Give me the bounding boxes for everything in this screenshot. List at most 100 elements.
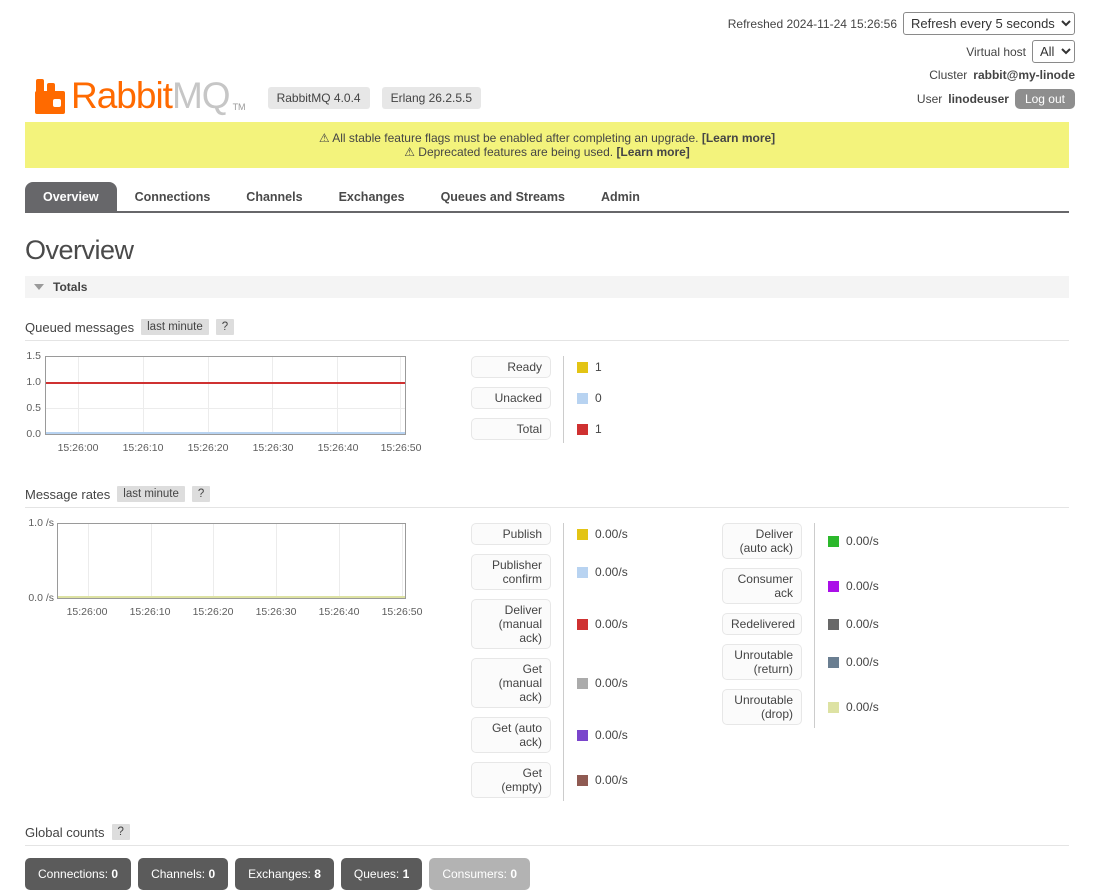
message-rates-heading: Message rates last minute ?: [25, 486, 1069, 508]
legend-label-unroutable-drop[interactable]: Unroutable (drop): [722, 689, 802, 725]
legend-label-unacked[interactable]: Unacked: [471, 387, 551, 409]
unacked-value: 0: [595, 391, 602, 405]
queued-window-badge[interactable]: last minute: [141, 319, 209, 335]
x-tick: 15:26:40: [318, 442, 359, 454]
message-rates-chart: 1.0 /s 0.0 /s 15:26:00 15:26:10 15:26:20…: [25, 523, 450, 623]
legend-label-total[interactable]: Total: [471, 418, 551, 440]
main-nav-tabs: Overview Connections Channels Exchanges …: [25, 182, 1069, 213]
series-line-zero-rate: [58, 596, 405, 598]
rates-help-icon[interactable]: ?: [192, 486, 210, 502]
cluster-name: rabbit@my-linode: [973, 68, 1075, 82]
x-tick: 15:26:00: [67, 606, 108, 618]
legend-label-publisher-confirm[interactable]: Publisher confirm: [471, 554, 551, 590]
redelivered-rate: 0.00/s: [846, 617, 879, 631]
queued-messages-legend: Ready 1 Unacked 0 Total 1: [471, 356, 701, 449]
legend-row-total: Total 1: [471, 418, 701, 440]
refresh-interval-select[interactable]: Refresh every 5 seconds: [903, 12, 1075, 35]
x-tick: 15:26:30: [253, 442, 294, 454]
message-rates-title: Message rates: [25, 487, 110, 502]
collapse-triangle-icon: [34, 284, 44, 290]
legend-label-redelivered[interactable]: Redelivered: [722, 613, 802, 635]
rates-legend-column-1: Publish 0.00/s Publisher confirm 0.00/s De…: [471, 523, 701, 807]
total-swatch-icon: [577, 424, 588, 435]
x-tick: 15:26:40: [319, 606, 360, 618]
queued-messages-chart-row: 1.5 1.0 0.5 0.0 15:26:00 15:26:10 15:26:…: [25, 356, 1069, 456]
y-tick: 1.0 /s: [25, 517, 54, 529]
unacked-swatch-icon: [577, 393, 588, 404]
global-counts-heading: Global counts ?: [25, 824, 1069, 846]
queued-messages-title: Queued messages: [25, 320, 134, 335]
rates-legend-column-2: Deliver (auto ack) 0.00/s Consumer ack 0.0…: [722, 523, 952, 734]
totals-section-header[interactable]: Totals: [25, 276, 1069, 298]
legend-label-deliver-auto-ack[interactable]: Deliver (auto ack): [722, 523, 802, 559]
tab-overview[interactable]: Overview: [25, 182, 117, 211]
totals-section-label: Totals: [53, 280, 87, 294]
legend-label-ready[interactable]: Ready: [471, 356, 551, 378]
feature-flags-learn-more-link[interactable]: [Learn more]: [702, 131, 775, 145]
get-auto-ack-swatch-icon: [577, 730, 588, 741]
feature-flags-warning: ⚠ All stable feature flags must be enabl…: [35, 131, 1059, 145]
deliver-auto-ack-swatch-icon: [828, 536, 839, 547]
logo[interactable]: RabbitMQ TM RabbitMQ 4.0.4 Erlang 26.2.5…: [35, 10, 481, 114]
x-tick: 15:26:30: [256, 606, 297, 618]
feature-flags-warning-text: ⚠ All stable feature flags must be enabl…: [319, 131, 699, 145]
ready-swatch-icon: [577, 362, 588, 373]
legend-label-consumer-ack[interactable]: Consumer ack: [722, 568, 802, 604]
unroutable-return-rate: 0.00/s: [846, 655, 879, 669]
global-counts-help-icon[interactable]: ?: [112, 824, 130, 840]
legend-label-publish[interactable]: Publish: [471, 523, 551, 545]
exchanges-count-button[interactable]: Exchanges: 8: [235, 858, 334, 890]
legend-label-get-auto-ack[interactable]: Get (auto ack): [471, 717, 551, 753]
series-line-unacked: [46, 432, 405, 434]
redelivered-swatch-icon: [828, 619, 839, 630]
message-rates-chart-row: 1.0 /s 0.0 /s 15:26:00 15:26:10 15:26:20…: [25, 523, 1069, 807]
page-title: Overview: [25, 235, 1069, 266]
deprecated-features-warning-text: ⚠ Deprecated features are being used.: [404, 145, 613, 159]
legend-row-ready: Ready 1: [471, 356, 701, 378]
legend-label-get-manual-ack[interactable]: Get (manual ack): [471, 658, 551, 708]
unroutable-drop-swatch-icon: [828, 702, 839, 713]
virtual-host-select[interactable]: All: [1032, 40, 1075, 63]
global-counts-title: Global counts: [25, 825, 105, 840]
deprecated-learn-more-link[interactable]: [Learn more]: [616, 145, 689, 159]
rates-window-badge[interactable]: last minute: [117, 486, 185, 502]
rabbitmq-logo-icon: [35, 78, 65, 114]
x-tick: 15:26:50: [381, 442, 422, 454]
legend-label-deliver-manual-ack[interactable]: Deliver (manual ack): [471, 599, 551, 649]
publisher-confirm-swatch-icon: [577, 567, 588, 578]
rates-chart-plot-area: [57, 523, 406, 599]
x-tick: 15:26:20: [188, 442, 229, 454]
connections-count-button[interactable]: Connections: 0: [25, 858, 131, 890]
consumers-count-button[interactable]: Consumers: 0: [429, 858, 530, 890]
deliver-manual-ack-swatch-icon: [577, 619, 588, 630]
refreshed-timestamp: Refreshed 2024-11-24 15:26:56: [728, 17, 897, 31]
tab-channels[interactable]: Channels: [228, 182, 320, 211]
legend-label-unroutable-return[interactable]: Unroutable (return): [722, 644, 802, 680]
y-tick: 1.5: [25, 350, 41, 362]
legend-label-get-empty[interactable]: Get (empty): [471, 762, 551, 798]
publisher-confirm-rate: 0.00/s: [595, 565, 628, 579]
user-label: User: [917, 92, 942, 106]
erlang-version-badge: Erlang 26.2.5.5: [382, 87, 481, 109]
logo-rabbit-text: Rabbit: [71, 75, 172, 116]
cluster-label: Cluster: [929, 68, 967, 82]
queued-help-icon[interactable]: ?: [216, 319, 234, 335]
top-info: Refreshed 2024-11-24 15:26:56 Refresh ev…: [728, 10, 1075, 114]
channels-count-button[interactable]: Channels: 0: [138, 858, 228, 890]
logout-button[interactable]: Log out: [1015, 89, 1075, 109]
publish-swatch-icon: [577, 529, 588, 540]
publish-rate: 0.00/s: [595, 527, 628, 541]
tab-queues-and-streams[interactable]: Queues and Streams: [423, 182, 583, 211]
deliver-manual-ack-rate: 0.00/s: [595, 617, 628, 631]
queues-count-button[interactable]: Queues: 1: [341, 858, 422, 890]
tab-connections[interactable]: Connections: [117, 182, 229, 211]
series-line-total: [46, 382, 405, 384]
y-tick: 0.0: [25, 428, 41, 440]
queued-messages-chart: 1.5 1.0 0.5 0.0 15:26:00 15:26:10 15:26:…: [25, 356, 450, 456]
x-tick: 15:26:00: [58, 442, 99, 454]
get-empty-rate: 0.00/s: [595, 773, 628, 787]
version-badges: RabbitMQ 4.0.4 Erlang 26.2.5.5: [268, 87, 481, 109]
tab-exchanges[interactable]: Exchanges: [321, 182, 423, 211]
tab-admin[interactable]: Admin: [583, 182, 658, 211]
unroutable-return-swatch-icon: [828, 657, 839, 668]
